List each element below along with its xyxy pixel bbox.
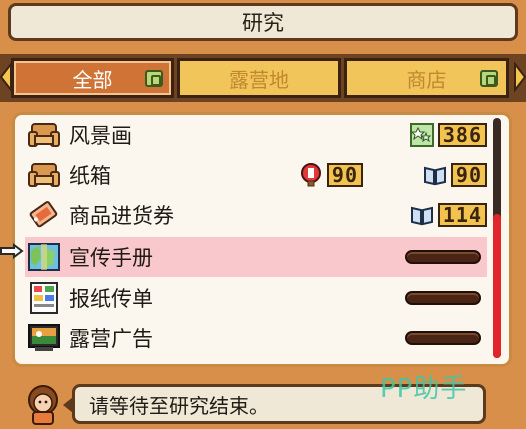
scrollbar[interactable] — [493, 118, 501, 358]
newspaper-icon — [30, 282, 58, 314]
book-icon — [423, 166, 446, 186]
message-text: 请等待至研究结束。 — [89, 393, 269, 418]
research-list: 风景画 386 纸箱 90 90 商品进货券 114 宣传手册 报纸传单 露营广… — [12, 112, 512, 367]
map-brochure-icon — [28, 243, 60, 271]
tab-campsite-label: 露营地 — [229, 67, 289, 92]
list-item[interactable]: 商品进货券 114 — [25, 195, 487, 235]
tv-ad-icon — [28, 324, 60, 351]
tab-badge-icon — [145, 70, 163, 87]
armchair-icon — [28, 123, 60, 147]
pointer-hand-icon — [0, 243, 24, 259]
tab-all[interactable]: 全部 — [11, 58, 174, 98]
advisor-avatar — [28, 385, 58, 425]
scrollbar-thumb[interactable] — [493, 214, 501, 358]
cost-value: 386 — [437, 123, 487, 147]
research-cost: 90 — [423, 163, 487, 187]
title-bar: 研究 — [8, 3, 518, 41]
tab-campsite[interactable]: 露营地 — [177, 58, 341, 98]
cost-value: 90 — [450, 163, 487, 187]
cost-value: 90 — [326, 163, 363, 187]
research-progress-bar — [405, 291, 481, 305]
cost-value: 114 — [437, 203, 487, 227]
list-item[interactable]: 纸箱 90 90 — [25, 155, 487, 195]
tab-all-label: 全部 — [72, 67, 113, 92]
list-item[interactable]: 报纸传单 — [25, 278, 487, 318]
book-icon — [410, 206, 433, 226]
armchair-icon — [28, 163, 60, 187]
page-title: 研究 — [242, 11, 284, 35]
list-item[interactable]: 露营广告 — [25, 318, 487, 358]
list-item-selected[interactable]: 宣传手册 — [25, 237, 487, 277]
balloon-icon — [300, 163, 321, 187]
tab-shop[interactable]: 商店 — [344, 58, 509, 98]
watermark: PP助手 — [380, 374, 468, 404]
research-cost: 386 — [409, 123, 487, 147]
tab-shop-label: 商店 — [406, 67, 447, 92]
sparkle-points-icon — [409, 123, 434, 147]
research-cost: 90 — [299, 163, 363, 187]
ticket-icon — [29, 201, 58, 228]
tab-badge-icon — [480, 70, 498, 87]
list-item[interactable]: 风景画 386 — [25, 115, 487, 155]
research-progress-bar — [405, 331, 481, 345]
tab-next-arrow-icon[interactable] — [514, 62, 526, 92]
research-cost: 114 — [410, 203, 487, 227]
research-progress-bar — [405, 250, 481, 264]
